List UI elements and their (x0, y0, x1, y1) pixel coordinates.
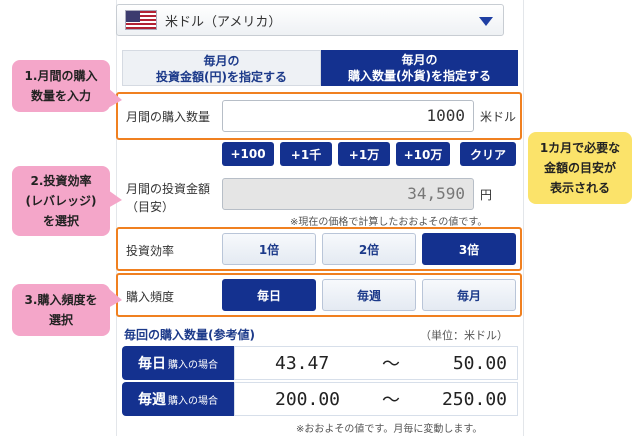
add-10k-button[interactable]: +1万 (338, 142, 390, 166)
callout-step1: 1.月間の購入 数量を入力 (12, 60, 110, 112)
investment-label-line1: 月間の投資金額 (126, 182, 211, 196)
quantity-unit: 米ドル (480, 110, 517, 124)
frequency-label: 購入頻度 (126, 290, 175, 304)
investment-output: 34,590 (222, 178, 474, 210)
leverage-3x-button[interactable]: 3倍 (422, 233, 516, 265)
investment-label: 月間の投資金額 （目安） (126, 180, 210, 216)
range-separator: 〜 (382, 354, 400, 375)
tab-amount-jpy[interactable]: 毎月の 投資金額(円)を指定する (122, 50, 321, 86)
callout-step2: 2.投資効率 (レバレッジ) を選択 (12, 166, 110, 236)
range-separator: 〜 (382, 390, 400, 411)
clear-button[interactable]: クリア (460, 142, 516, 166)
reference-row-values: 200.00 〜 250.00 (234, 382, 518, 416)
us-flag-icon (125, 10, 157, 30)
investment-label-line2: （目安） (126, 200, 175, 214)
leverage-label: 投資効率 (126, 244, 175, 258)
max-value: 50.00 (452, 352, 507, 374)
frequency-weekly-button[interactable]: 毎週 (322, 279, 416, 311)
leverage-1x-button[interactable]: 1倍 (222, 233, 316, 265)
callout-line: (レバレッジ) (25, 194, 97, 208)
reference-row-label: 毎日 購入の場合 (122, 346, 234, 380)
callout-estimate: 1カ月で必要な 金額の目安が 表示される (528, 132, 632, 204)
callout-line: 3.購入頻度を (24, 293, 98, 307)
callout-line: 1カ月で必要な (539, 141, 621, 155)
row-label-sub: 購入の場合 (168, 359, 218, 371)
row-label-main: 毎週 (138, 392, 166, 408)
investment-note: ※現在の価格で計算したおおよその値です。 (290, 217, 488, 228)
investment-unit: 円 (480, 188, 493, 202)
reference-row-weekly: 毎週 購入の場合 200.00 〜 250.00 (122, 382, 518, 416)
max-value: 250.00 (441, 388, 507, 410)
callout-line: 金額の目安が (543, 161, 616, 175)
add-100k-button[interactable]: +10万 (396, 142, 450, 166)
callout-line: 1.月間の購入 (24, 69, 98, 83)
reference-row-label: 毎週 購入の場合 (122, 382, 234, 416)
add-100-button[interactable]: +100 (222, 142, 274, 166)
tab-line2: 投資金額(円)を指定する (156, 70, 287, 84)
callout-line: 数量を入力 (30, 89, 91, 103)
tab-line1: 毎月の (401, 53, 438, 67)
tab-line1: 毎月の (203, 54, 240, 68)
row-label-main: 毎日 (138, 356, 166, 372)
min-value: 200.00 (275, 388, 341, 410)
currency-select[interactable]: 米ドル（アメリカ） (116, 4, 504, 36)
reference-footnote: ※おおよその値です。月毎に変動します。 (296, 424, 483, 435)
tab-quantity-fx[interactable]: 毎月の 購入数量(外貨)を指定する (321, 50, 518, 86)
quantity-input[interactable]: 1000 (222, 100, 474, 132)
tab-line2: 購入数量(外貨)を指定する (348, 69, 491, 83)
chevron-down-icon (479, 17, 493, 26)
mode-tabs: 毎月の 投資金額(円)を指定する 毎月の 購入数量(外貨)を指定する (122, 50, 518, 86)
reference-row-values: 43.47 〜 50.00 (234, 346, 518, 380)
quantity-label: 月間の購入数量 (126, 110, 211, 124)
row-label-sub: 購入の場合 (168, 395, 218, 407)
callout-line: 表示される (549, 181, 610, 195)
callout-line: 2.投資効率 (30, 174, 92, 188)
currency-label: 米ドル（アメリカ） (165, 14, 282, 30)
reference-unit: （単位：米ドル） (420, 329, 508, 342)
min-value: 43.47 (275, 352, 330, 374)
frequency-monthly-button[interactable]: 毎月 (422, 279, 516, 311)
add-1k-button[interactable]: +1千 (280, 142, 332, 166)
reference-title: 毎回の購入数量(参考値) (124, 328, 255, 342)
callout-line: 選択 (48, 313, 73, 327)
callout-line: を選択 (42, 214, 79, 228)
leverage-2x-button[interactable]: 2倍 (322, 233, 416, 265)
frequency-daily-button[interactable]: 毎日 (222, 279, 316, 311)
reference-row-daily: 毎日 購入の場合 43.47 〜 50.00 (122, 346, 518, 380)
callout-step3: 3.購入頻度を 選択 (12, 284, 110, 336)
